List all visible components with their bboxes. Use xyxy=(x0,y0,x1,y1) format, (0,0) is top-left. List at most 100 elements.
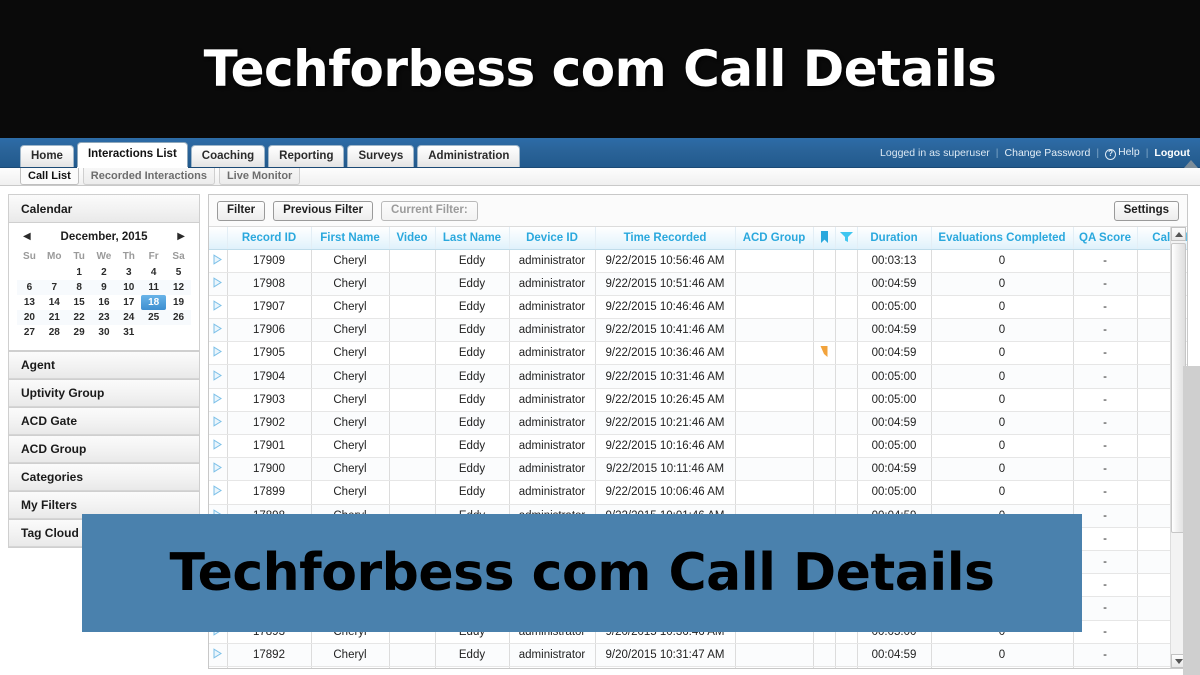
row-bookmark-icon[interactable] xyxy=(813,457,836,482)
grid-header-first_name[interactable]: First Name xyxy=(311,227,390,250)
row-tag-icon[interactable] xyxy=(835,364,858,389)
grid-header-device_id[interactable]: Device ID xyxy=(509,227,596,250)
calendar-day-6[interactable]: 6 xyxy=(17,280,42,295)
row-bookmark-icon[interactable] xyxy=(813,434,836,459)
grid-header-video[interactable]: Video xyxy=(389,227,436,250)
play-icon[interactable] xyxy=(209,272,228,296)
table-row[interactable]: 17901 Cheryl Eddy administrator 9/22/2015 10… xyxy=(209,434,1187,459)
table-row[interactable]: 17905 Cheryl Eddy administrator 9/22/2015 10… xyxy=(209,341,1187,366)
nav-tab-administration[interactable]: Administration xyxy=(417,145,521,167)
calendar-day-25[interactable]: 25 xyxy=(141,310,167,325)
calendar-day-5[interactable]: 5 xyxy=(166,265,191,280)
grid-header-last_name[interactable]: Last Name xyxy=(435,227,510,250)
logout-link[interactable]: Logout xyxy=(1154,147,1190,159)
help-link[interactable]: ? Help xyxy=(1105,146,1140,160)
table-row[interactable]: 17899 Cheryl Eddy administrator 9/22/2015 10… xyxy=(209,480,1187,505)
page-vertical-scrollbar[interactable] xyxy=(1183,366,1200,675)
sidebar-item-agent[interactable]: Agent xyxy=(8,351,200,380)
calendar-day-13[interactable]: 13 xyxy=(17,295,42,310)
table-row[interactable]: 17903 Cheryl Eddy administrator 9/22/2015 10… xyxy=(209,388,1187,412)
calendar-day-3[interactable]: 3 xyxy=(116,265,141,280)
calendar-day-28[interactable]: 28 xyxy=(42,325,67,340)
calendar-day-29[interactable]: 29 xyxy=(67,325,92,340)
row-bookmark-icon[interactable] xyxy=(813,388,836,412)
nav-tab-coaching[interactable]: Coaching xyxy=(190,145,266,167)
row-tag-icon[interactable] xyxy=(835,388,858,412)
sidebar-item-acd-group[interactable]: ACD Group xyxy=(8,436,200,464)
calendar-day-16[interactable]: 16 xyxy=(92,295,117,310)
change-password-link[interactable]: Change Password xyxy=(1005,147,1091,159)
grid-header-duration[interactable]: Duration xyxy=(857,227,932,250)
calendar-prev-month-icon[interactable]: ◀ xyxy=(23,232,31,242)
calendar-day-20[interactable]: 20 xyxy=(17,310,42,325)
table-row[interactable]: 17892 Cheryl Eddy administrator 9/20/2015 10… xyxy=(209,643,1187,667)
row-bookmark-icon[interactable] xyxy=(813,272,836,296)
play-icon[interactable] xyxy=(209,295,228,320)
row-bookmark-icon[interactable] xyxy=(813,318,836,343)
settings-button[interactable]: Settings xyxy=(1113,200,1179,221)
calendar-day-18[interactable]: 18 xyxy=(141,295,167,310)
row-bookmark-icon[interactable] xyxy=(813,341,836,366)
calendar-day-1[interactable]: 1 xyxy=(67,265,92,280)
grid-header-evaluations_completed[interactable]: Evaluations Completed xyxy=(931,227,1074,250)
previous-filter-button[interactable]: Previous Filter xyxy=(273,200,374,221)
calendar-day-8[interactable]: 8 xyxy=(66,280,92,295)
subtab-call-list[interactable]: Call List xyxy=(20,168,79,185)
nav-tab-surveys[interactable]: Surveys xyxy=(347,145,415,167)
row-tag-icon[interactable] xyxy=(835,480,858,505)
sidebar-item-categories[interactable]: Categories xyxy=(8,464,200,492)
row-bookmark-icon[interactable] xyxy=(813,643,836,667)
calendar-day-23[interactable]: 23 xyxy=(91,310,117,325)
calendar-panel-header[interactable]: Calendar xyxy=(9,195,199,222)
row-bookmark-icon[interactable] xyxy=(813,295,836,320)
grid-header-bookmark-icon[interactable] xyxy=(813,227,836,250)
table-row[interactable]: 17906 Cheryl Eddy administrator 9/22/2015 10… xyxy=(209,318,1187,343)
row-tag-icon[interactable] xyxy=(835,318,858,343)
play-icon[interactable] xyxy=(209,318,228,343)
subtab-recorded-interactions[interactable]: Recorded Interactions xyxy=(82,168,215,185)
filter-button[interactable]: Filter xyxy=(217,200,266,221)
play-icon[interactable] xyxy=(209,480,228,505)
grid-header-record_id[interactable]: Record ID xyxy=(227,227,312,250)
calendar-day-19[interactable]: 19 xyxy=(166,295,191,310)
sidebar-item-acd-gate[interactable]: ACD Gate xyxy=(8,408,200,436)
row-bookmark-icon[interactable] xyxy=(813,249,836,273)
table-row[interactable]: 17908 Cheryl Eddy administrator 9/22/2015 10… xyxy=(209,272,1187,296)
calendar-day-22[interactable]: 22 xyxy=(66,310,92,325)
calendar-day-10[interactable]: 10 xyxy=(116,280,142,295)
calendar-day-21[interactable]: 21 xyxy=(41,310,67,325)
play-icon[interactable] xyxy=(209,341,228,366)
row-bookmark-icon[interactable] xyxy=(813,411,836,436)
calendar-next-month-icon[interactable]: ▶ xyxy=(177,232,185,242)
row-tag-icon[interactable] xyxy=(835,249,858,273)
play-icon[interactable] xyxy=(209,666,228,668)
play-icon[interactable] xyxy=(209,434,228,459)
table-row[interactable]: 17904 Cheryl Eddy administrator 9/22/2015 10… xyxy=(209,364,1187,389)
calendar-day-2[interactable]: 2 xyxy=(92,265,117,280)
calendar-day-4[interactable]: 4 xyxy=(141,265,166,280)
nav-tab-reporting[interactable]: Reporting xyxy=(268,145,345,167)
calendar-day-24[interactable]: 24 xyxy=(116,310,142,325)
grid-header-time_recorded[interactable]: Time Recorded xyxy=(595,227,736,250)
row-tag-icon[interactable] xyxy=(835,341,858,366)
play-icon[interactable] xyxy=(209,457,228,482)
grid-header-flag-tag-icon[interactable] xyxy=(835,227,858,250)
row-tag-icon[interactable] xyxy=(835,457,858,482)
nav-tab-interactions-list[interactable]: Interactions List xyxy=(76,142,188,167)
calendar-day-17[interactable]: 17 xyxy=(116,295,141,310)
row-tag-icon[interactable] xyxy=(835,434,858,459)
table-row[interactable]: 17900 Cheryl Eddy administrator 9/22/2015 10… xyxy=(209,457,1187,482)
row-tag-icon[interactable] xyxy=(835,272,858,296)
calendar-day-7[interactable]: 7 xyxy=(41,280,67,295)
play-icon[interactable] xyxy=(209,388,228,412)
nav-tab-home[interactable]: Home xyxy=(20,145,74,167)
row-tag-icon[interactable] xyxy=(835,295,858,320)
calendar-day-9[interactable]: 9 xyxy=(91,280,117,295)
play-icon[interactable] xyxy=(209,411,228,436)
sidebar-item-uptivity-group[interactable]: Uptivity Group xyxy=(8,380,200,408)
row-tag-icon[interactable] xyxy=(835,643,858,667)
row-bookmark-icon[interactable] xyxy=(813,480,836,505)
table-row[interactable]: 17909 Cheryl Eddy administrator 9/22/2015 10… xyxy=(209,249,1187,273)
table-row[interactable]: 17891Cheryl Eddyadministrator9/20/2015 10… xyxy=(209,666,1187,668)
row-tag-icon[interactable] xyxy=(835,411,858,436)
